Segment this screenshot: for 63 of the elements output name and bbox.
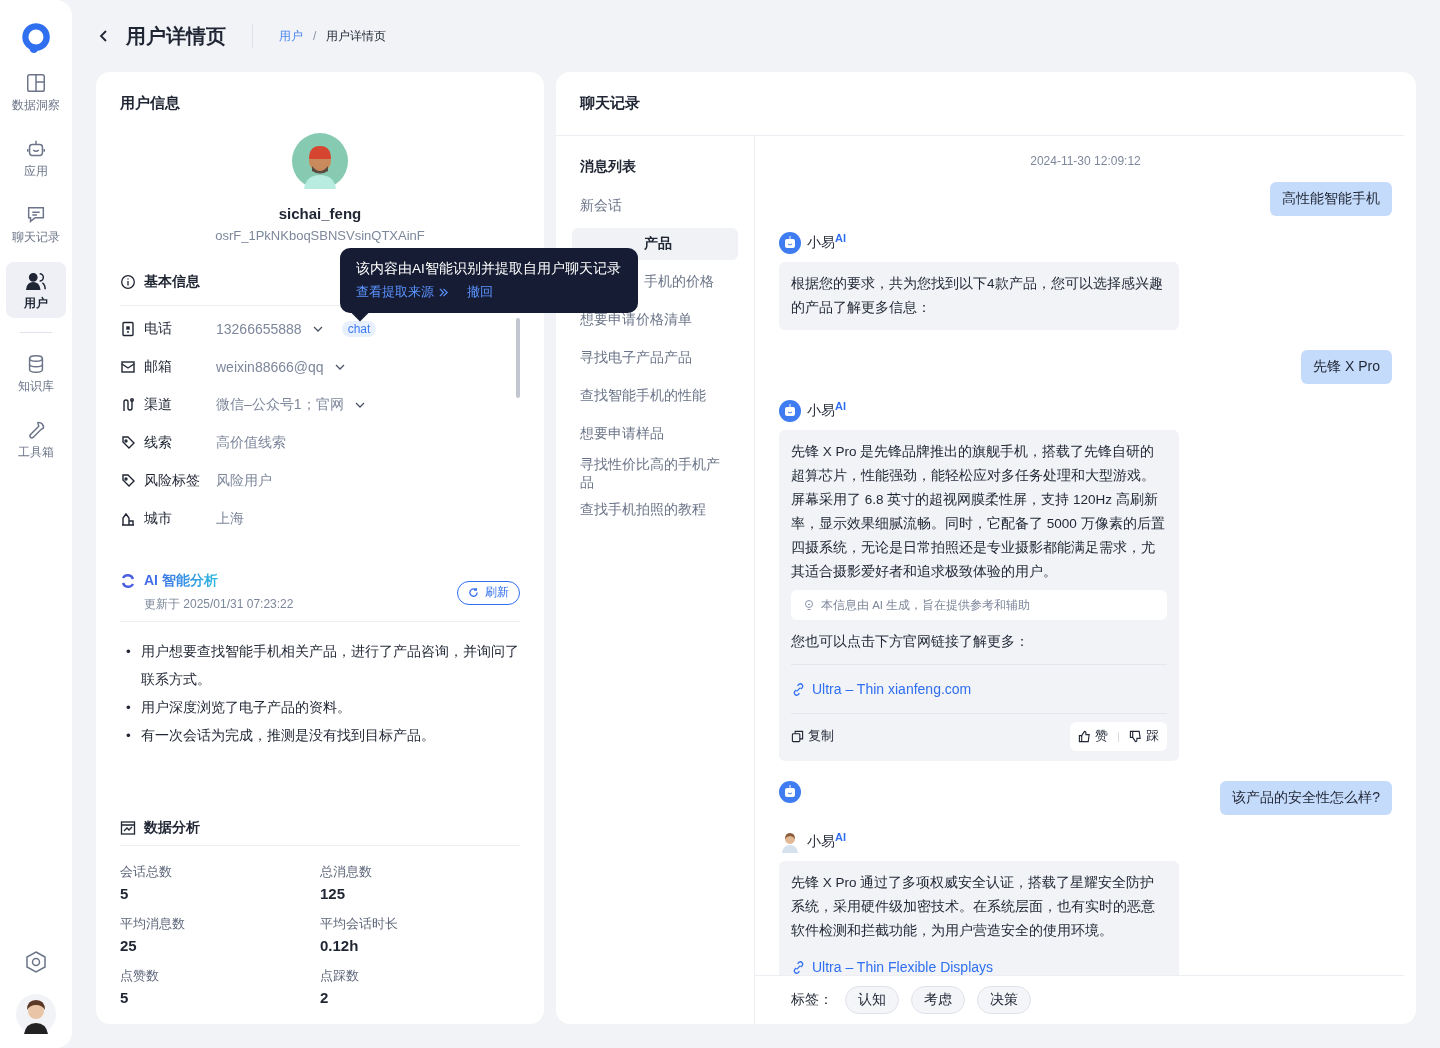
stat-label: 会话总数: [120, 864, 173, 881]
tag-chip: 考虑: [911, 986, 965, 1014]
field-label: 电话: [144, 320, 173, 338]
field-value: 13266655888: [216, 321, 302, 337]
ai-analysis-title: AI 智能分析: [144, 572, 218, 590]
field-label: 线索: [144, 434, 173, 452]
bot-name: 小易: [807, 403, 835, 420]
analysis-bullet: 用户想要查找智能手机相关产品，进行了产品咨询，并询问了联系方式。: [140, 643, 520, 689]
bullet-marker: •: [126, 727, 131, 745]
user-name: sichai_feng: [278, 205, 362, 222]
stat-value: 125: [320, 885, 347, 902]
breadcrumb-separator: /: [313, 29, 317, 43]
stat-label: 点赞数: [120, 968, 160, 985]
page-title: 用户详情页: [126, 23, 226, 49]
stat-label: 平均消息数: [120, 916, 186, 933]
field-label: 邮箱: [144, 358, 173, 376]
stat-value: 5: [120, 989, 130, 1006]
field-value: 微信–公众号1；官网: [216, 396, 344, 414]
tags-label: 标签：: [791, 991, 833, 1009]
tooltip-text: 该内容由AI智能识别并提取自用户聊天记录: [356, 260, 622, 278]
analysis-bullet: 用户深度浏览了电子产品的资料。: [140, 699, 351, 717]
section-title: 数据分析: [144, 819, 200, 837]
stat-value: 5: [120, 885, 130, 902]
stat-value: 0.12h: [320, 937, 360, 954]
message-text: 您也可以点击下方官网链接了解更多：: [791, 630, 1167, 665]
notice-text: 本信息由 AI 生成，旨在提供参考和辅助: [821, 598, 1031, 613]
analysis-bullet: 有一次会话为完成，推测是没有找到目标产品。: [140, 727, 435, 745]
stat-value: 2: [320, 989, 330, 1006]
user-message: 先锋 X Pro: [1301, 350, 1392, 384]
message-text: 根据您的要求，共为您找到以下4款产品，您可以选择感兴趣的产品了解更多信息：: [791, 275, 1164, 317]
message-text: 先锋 X Pro 是先锋品牌推出的旗舰手机，搭载了先锋自研的超算芯片，性能强劲，能轻松应对多任务处理和大型游戏。屏幕采用了 6.8 英寸的超视网膜柔性屏，支持 120Hz 高刷新率，显示效果细腻流畅。同时，它配备了 5000 万像素的后置四摄系统，无论是日常拍照还是专业摄影都能满足需求，尤其适合摄影爱好者和追求极致体验的用户。: [791, 443, 1166, 581]
field-value: weixin88666@qq: [216, 359, 324, 375]
breadcrumb-current: 用户详情页: [326, 27, 387, 45]
bot-name: 小易: [807, 834, 835, 851]
source-tag: chat: [341, 321, 377, 337]
ai-label: AI: [835, 400, 846, 412]
stat-label: 点踩数: [320, 968, 360, 985]
timestamp: 2024-11-30 12:09:12: [1029, 154, 1142, 168]
bot-name: 小易: [807, 235, 835, 252]
section-title: 基本信息: [144, 273, 200, 291]
tag-chip: 决策: [977, 986, 1031, 1014]
field-value: 上海: [216, 510, 244, 528]
ai-label: AI: [835, 831, 846, 843]
ai-label: AI: [835, 232, 846, 244]
message-text: 先锋 X Pro 通过了多项权威安全认证，搭载了星耀安全防护系统，采用硬件级加密技术。在系统层面，也有实时的恶意软件检测和拦截功能，为用户营造安全的使用环境。: [791, 874, 1156, 940]
stat-label: 平均会话时长: [320, 916, 399, 933]
user-message: 该产品的安全性怎么样?: [1220, 781, 1392, 815]
user-id: osrF_1PkNKboqSBNSVsinQTXAinF: [215, 228, 425, 243]
field-value: 高价值线索: [216, 434, 286, 452]
bullet-marker: •: [126, 643, 131, 661]
stat-value: 25: [120, 937, 138, 954]
field-label: 风险标签: [144, 472, 201, 490]
bullet-marker: •: [126, 699, 131, 717]
stat-label: 总消息数: [320, 864, 373, 881]
list-title: 消息列表: [580, 158, 637, 176]
card-title: 聊天记录: [556, 72, 1404, 136]
field-value: 风险用户: [216, 472, 272, 490]
user-message: 高性能智能手机: [1270, 182, 1392, 216]
card-title: 用户信息: [120, 94, 181, 113]
tag-chip: 认知: [845, 986, 899, 1014]
field-label: 城市: [144, 510, 173, 528]
updated-time: 更新于 2025/01/31 07:23:22: [144, 596, 294, 613]
field-label: 渠道: [144, 396, 173, 414]
